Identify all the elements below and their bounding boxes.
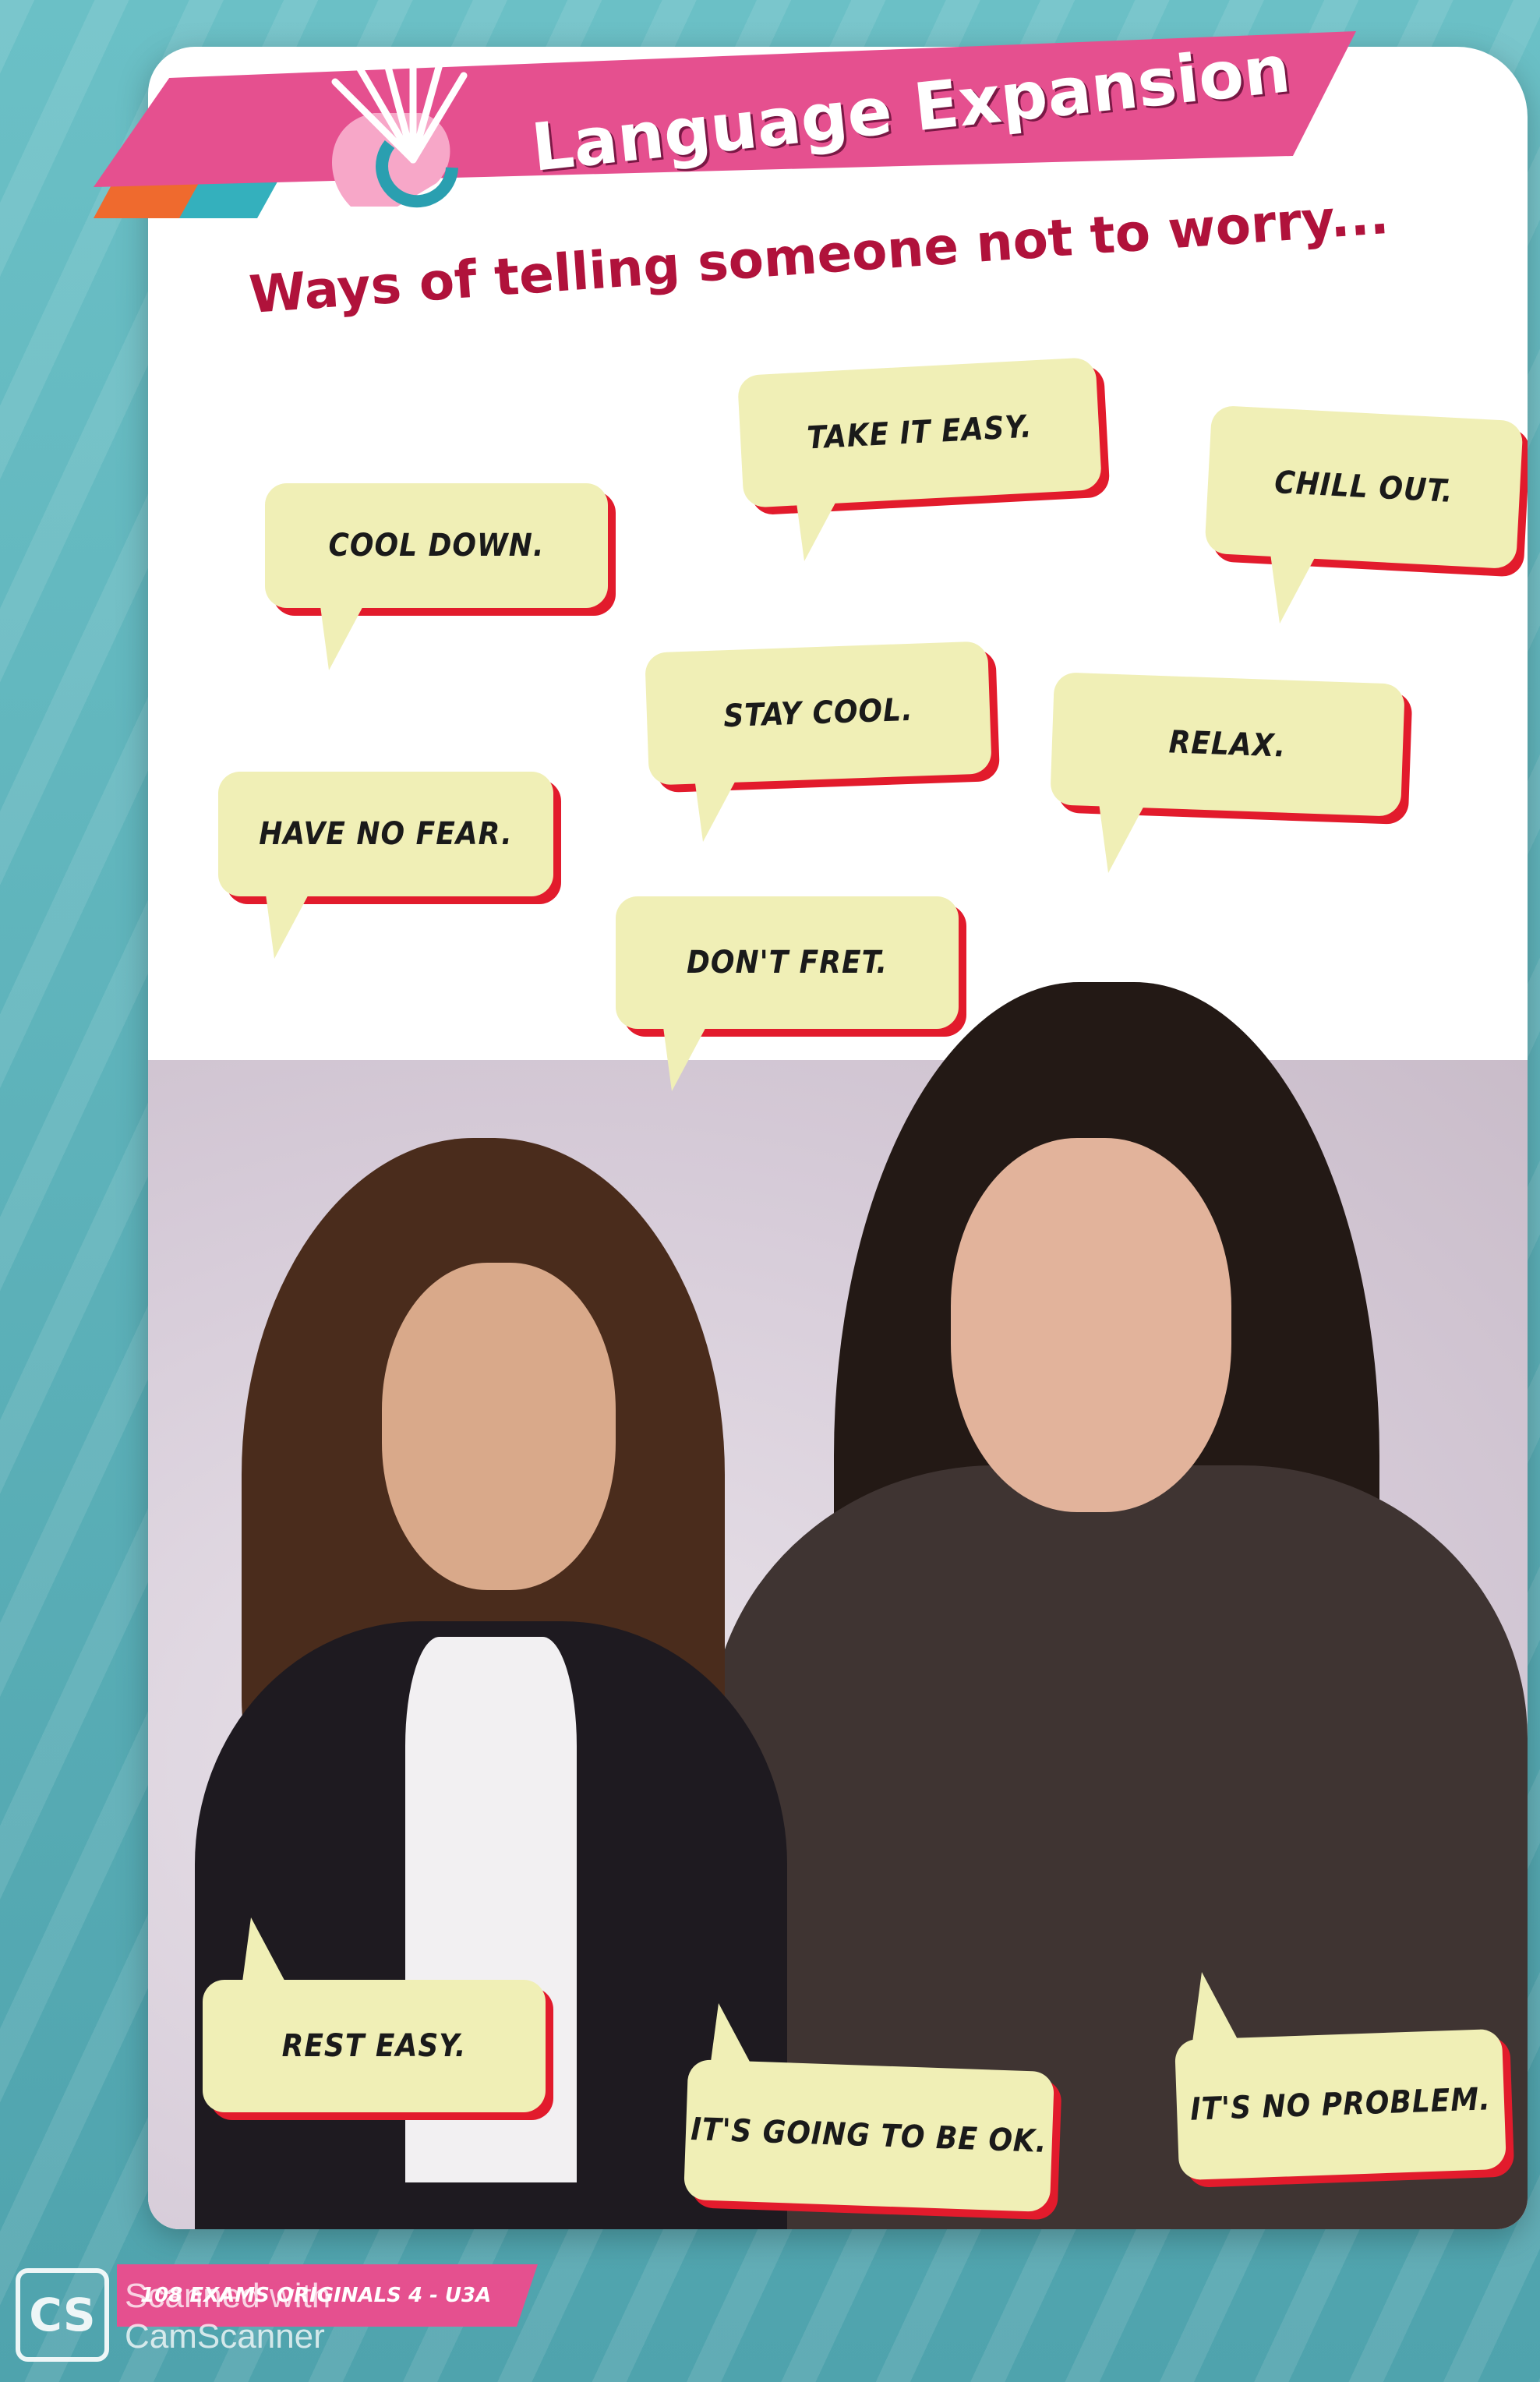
bubble-text: IT'S GOING TO BE OK.	[690, 2112, 1048, 2160]
bubble-have-no-fear: HAVE NO FEAR.	[218, 772, 553, 896]
woman-right-face	[951, 1138, 1231, 1512]
bubble-tail	[694, 772, 740, 842]
bubble-rest-easy: REST EASY.	[203, 1980, 546, 2112]
bubble-tail	[320, 600, 366, 670]
bubble-text: IT'S NO PROBLEM.	[1189, 2081, 1492, 2128]
bubble-chill-out: CHILL OUT.	[1204, 405, 1524, 570]
bubble-text: STAY COOL.	[722, 691, 914, 735]
bubble-take-it-easy: TAKE IT EASY.	[736, 357, 1103, 508]
bubble-cool-down: COOL DOWN.	[265, 483, 608, 608]
bubble-text: COOL DOWN.	[328, 528, 545, 564]
bubble-tail	[265, 889, 312, 959]
head-fan-icon	[296, 47, 499, 226]
bubble-text: RELAX.	[1167, 724, 1287, 765]
bubble-text: DON'T FRET.	[687, 945, 888, 981]
bubble-tail	[1270, 553, 1317, 624]
bubble-its-going-to-be-ok: IT'S GOING TO BE OK.	[683, 2059, 1054, 2213]
scan-watermark: Scanned with CamScanner	[125, 2276, 330, 2357]
bubble-dont-fret: DON'T FRET.	[616, 896, 959, 1029]
book-page: TAKE IT EASY. CHILL OUT. COOL DOWN. STAY…	[148, 47, 1528, 2229]
bubble-tail	[795, 491, 842, 561]
bubble-text: CHILL OUT.	[1273, 465, 1454, 510]
bubble-its-no-problem: IT'S NO PROBLEM.	[1174, 2028, 1507, 2181]
bubble-text: HAVE NO FEAR.	[259, 816, 513, 852]
bubble-tail	[1099, 803, 1146, 873]
bubble-text: REST EASY.	[281, 2028, 467, 2064]
woman-left-face	[382, 1263, 616, 1590]
watermark-line-1: Scanned with	[125, 2277, 331, 2315]
bubble-relax: RELAX.	[1050, 672, 1405, 817]
watermark-line-2: CamScanner	[125, 2317, 325, 2355]
bubble-text: TAKE IT EASY.	[806, 408, 1033, 457]
bubble-stay-cool: STAY COOL.	[645, 641, 992, 786]
camscanner-logo: CS	[16, 2268, 109, 2362]
